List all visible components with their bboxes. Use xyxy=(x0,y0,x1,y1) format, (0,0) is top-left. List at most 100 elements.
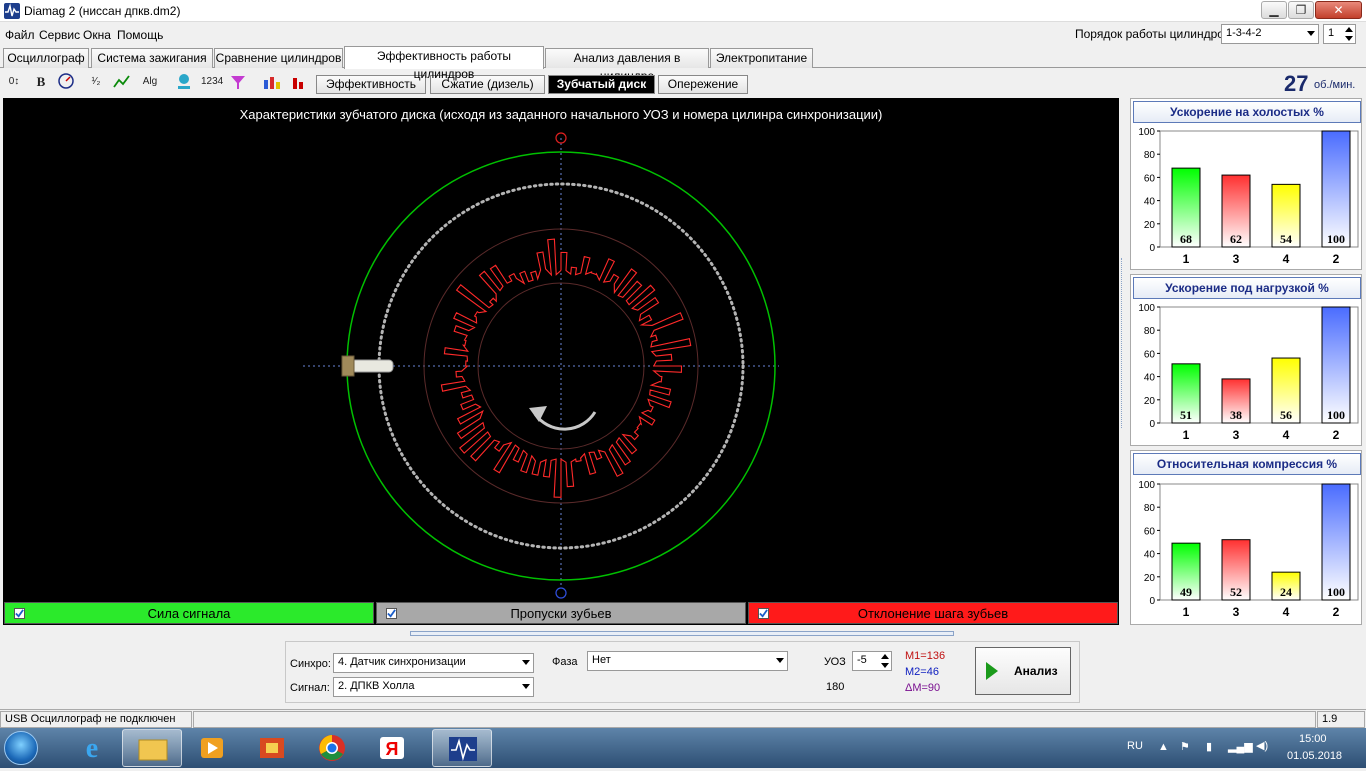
network-icon[interactable] xyxy=(174,72,194,92)
checkbox-icon[interactable] xyxy=(386,608,397,619)
y-tick-label: 20 xyxy=(1144,220,1156,231)
tab-oscilloscope[interactable]: Осциллограф xyxy=(3,48,89,68)
clock-date[interactable]: 01.05.2018 xyxy=(1287,750,1342,762)
y-tick-label: 80 xyxy=(1144,326,1156,337)
bar-value-label: 100 xyxy=(1327,585,1345,599)
people-icon[interactable] xyxy=(262,72,282,92)
sensor-icon xyxy=(341,355,394,377)
bar-chart-icon[interactable] xyxy=(290,72,310,92)
zero-offset-icon[interactable]: 0↕ xyxy=(4,72,24,92)
tab-cylinder-compare[interactable]: Сравнение цилиндров xyxy=(214,48,343,68)
subtab-tooth-disc[interactable]: Зубчатый диск xyxy=(548,75,655,94)
angle-value: 180 xyxy=(826,681,845,693)
bar-value-label: 24 xyxy=(1280,585,1292,599)
rotation-arrow-icon xyxy=(533,411,597,431)
menu-file[interactable]: Файл xyxy=(5,28,35,42)
spin-up-icon[interactable] xyxy=(881,654,889,659)
uoz-spin[interactable]: -5 xyxy=(852,651,892,671)
start-orb[interactable] xyxy=(4,731,38,765)
counter-icon[interactable]: 1234 xyxy=(201,72,223,92)
language-indicator[interactable]: RU xyxy=(1127,740,1143,752)
maximize-button[interactable]: ❐ xyxy=(1288,1,1314,19)
y-tick-label: 100 xyxy=(1138,480,1155,491)
spin-up-icon[interactable] xyxy=(1345,27,1353,32)
category-label: 4 xyxy=(1283,605,1290,619)
diamag-icon[interactable] xyxy=(432,729,492,767)
signal-select[interactable]: 2. ДПКВ Холла xyxy=(333,677,534,697)
status-version: 1.9 xyxy=(1317,711,1365,728)
horizontal-splitter[interactable] xyxy=(410,631,954,636)
bar-value-label: 68 xyxy=(1180,232,1192,246)
analyze-button[interactable]: Анализ xyxy=(975,647,1071,695)
category-label: 2 xyxy=(1333,605,1340,619)
filter-icon[interactable] xyxy=(228,72,248,92)
category-label: 2 xyxy=(1333,252,1340,266)
close-button[interactable]: ✕ xyxy=(1315,1,1362,19)
menu-service[interactable]: Сервис xyxy=(39,28,80,42)
clock-time[interactable]: 15:00 xyxy=(1299,733,1327,745)
y-tick-label: 80 xyxy=(1144,503,1156,514)
rpm-value: 27 xyxy=(1284,71,1309,96)
category-label: 2 xyxy=(1333,428,1340,442)
subtab-advance[interactable]: Опережение xyxy=(658,75,748,94)
delta-m-value: ΔM=90 xyxy=(905,682,941,694)
media-player-icon[interactable] xyxy=(182,729,242,767)
checkbox-icon[interactable] xyxy=(14,608,25,619)
spin-down-icon[interactable] xyxy=(881,663,889,668)
tray-expand-icon[interactable]: ▲ xyxy=(1158,741,1169,753)
window-title: Diamag 2 (ниссан дпкв.dm2) xyxy=(24,4,181,18)
scale-icon[interactable]: ¹⁄₂ xyxy=(86,72,106,92)
explorer-icon[interactable] xyxy=(122,729,182,767)
y-tick-label: 60 xyxy=(1144,526,1156,537)
cylinder-order-select[interactable]: 1-3-4-2 xyxy=(1221,24,1319,44)
curve-icon[interactable] xyxy=(112,72,132,92)
chart-idle-acceleration: 100 80 60 40 20 0 68 1 62 3 54 4 100 2 xyxy=(1138,127,1359,266)
status-bar: USB Осциллограф не подключен 1.9 xyxy=(0,709,1366,728)
y-tick-label: 40 xyxy=(1144,373,1156,384)
checkbox-icon[interactable] xyxy=(758,608,769,619)
volume-icon[interactable]: ◀) xyxy=(1256,739,1268,752)
minimize-button[interactable]: ▁ xyxy=(1261,1,1287,19)
bar-value-label: 49 xyxy=(1180,585,1192,599)
legend-tooth-pitch[interactable]: Отклонение шага зубьев xyxy=(748,602,1118,624)
status-empty xyxy=(193,711,1316,728)
menu-windows[interactable]: Окна xyxy=(83,28,111,42)
tab-cylinder-efficiency[interactable]: Эффективность работы цилиндров xyxy=(344,46,544,81)
network-tool-icon[interactable] xyxy=(242,729,302,767)
y-tick-label: 100 xyxy=(1138,127,1155,138)
m1-value: M1=136 xyxy=(905,650,946,662)
alg-icon[interactable]: Alg xyxy=(140,72,160,92)
y-tick-label: 100 xyxy=(1138,303,1155,314)
legend-signal-strength[interactable]: Сила сигнала xyxy=(4,602,374,624)
chevron-down-icon xyxy=(1307,31,1315,36)
bold-icon[interactable]: B xyxy=(31,72,51,92)
tab-power-supply[interactable]: Электропитание xyxy=(710,48,813,68)
tab-pressure-analysis[interactable]: Анализ давления в цилиндре xyxy=(545,48,709,83)
ie-icon[interactable]: e xyxy=(62,729,122,767)
chrome-icon[interactable] xyxy=(302,729,362,767)
sync-select[interactable]: 4. Датчик синхронизации xyxy=(333,653,534,673)
legend-missed-teeth[interactable]: Пропуски зубьев xyxy=(376,602,746,624)
battery-icon[interactable]: ▮ xyxy=(1206,740,1212,753)
category-label: 4 xyxy=(1283,428,1290,442)
title-bar: Diamag 2 (ниссан дпкв.dm2) ▁ ❐ ✕ xyxy=(0,0,1366,22)
phase-select[interactable]: Нет xyxy=(587,651,788,671)
spin-down-icon[interactable] xyxy=(1345,36,1353,41)
toolbar: 0↕ B ¹⁄₂ Alg 1234 Эффективность Сжатие (… xyxy=(0,70,1366,96)
tooth-disc-view: Характеристики зубчатого диска (исходя и… xyxy=(3,98,1119,601)
flag-icon[interactable]: ⚑ xyxy=(1180,740,1190,753)
main-tabs: Осциллограф Система зажигания Сравнение … xyxy=(0,46,1366,83)
yandex-icon[interactable]: Я xyxy=(362,729,422,767)
tab-ignition[interactable]: Система зажигания xyxy=(91,48,213,68)
cylinder-number-spin[interactable]: 1 xyxy=(1323,24,1356,44)
subtab-efficiency[interactable]: Эффективность xyxy=(316,75,426,94)
category-label: 1 xyxy=(1183,428,1190,442)
vertical-splitter[interactable] xyxy=(1121,258,1127,428)
menu-help[interactable]: Помощь xyxy=(117,28,163,42)
y-tick-label: 0 xyxy=(1149,596,1155,607)
phase-label: Фаза xyxy=(552,656,578,668)
bottom-marker-icon xyxy=(555,587,567,599)
rpm-meter-icon[interactable] xyxy=(56,72,76,92)
app-logo-icon xyxy=(4,3,20,19)
signal-icon[interactable]: ▂▄▆ xyxy=(1228,740,1253,753)
